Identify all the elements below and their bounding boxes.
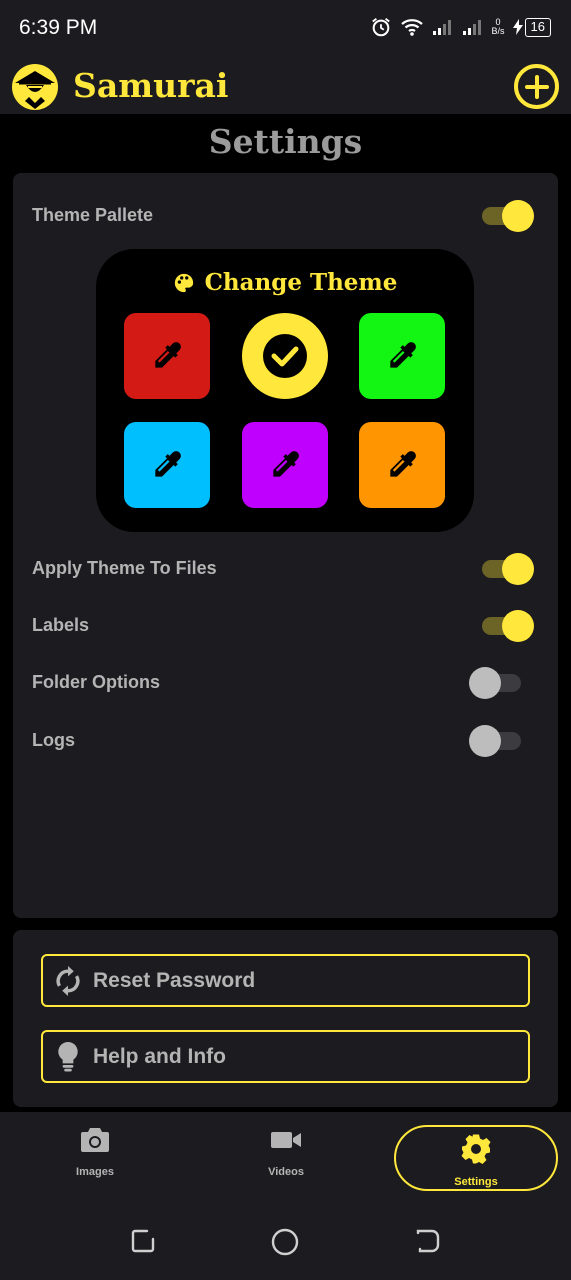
signal-icon-2 [462, 20, 481, 35]
toggle-thumb [502, 610, 534, 642]
page-title: Settings [208, 122, 363, 161]
nav-images-label: Images [76, 1166, 114, 1178]
net-speed: 0 B/s [492, 18, 505, 36]
nav-settings[interactable]: Settings [394, 1125, 558, 1191]
theme-swatch-green[interactable] [359, 313, 445, 399]
battery-level: 16 [524, 17, 551, 37]
apply-theme-to-files-toggle[interactable] [482, 550, 534, 586]
status-time: 6:39 PM [19, 16, 98, 39]
labels-toggle[interactable] [482, 607, 534, 643]
theme-swatch-purple[interactable] [242, 422, 328, 508]
theme-swatch-yellow-selected[interactable] [242, 313, 328, 399]
lightbulb-icon [43, 1041, 93, 1072]
recents-icon[interactable] [130, 1228, 156, 1254]
folder-options-toggle[interactable] [469, 664, 521, 700]
app-title: Samurai [73, 66, 229, 105]
logs-toggle[interactable] [469, 722, 521, 758]
page-title-bar: Settings [0, 114, 571, 172]
reset-password-label: Reset Password [93, 968, 256, 992]
toggle-thumb [502, 553, 534, 585]
eyedropper-icon [273, 451, 299, 477]
nav-videos[interactable]: Videos [226, 1126, 346, 1178]
settings-card: Theme Pallete Change Theme Apply Theme T… [13, 173, 558, 918]
samurai-logo-icon [12, 64, 58, 110]
sync-icon [43, 965, 93, 996]
toggle-thumb [469, 667, 501, 699]
theme-panel: Change Theme [96, 249, 474, 532]
check-circle-icon [263, 334, 307, 378]
actions-card: Reset Password Help and Info [13, 930, 558, 1107]
alarm-icon [371, 18, 390, 37]
help-and-info-label: Help and Info [93, 1044, 226, 1068]
status-icons: 0 B/s 16 [370, 16, 551, 38]
eyedropper-icon [155, 451, 181, 477]
status-bar: 6:39 PM 0 B/s 16 [0, 0, 571, 58]
wifi-icon [400, 19, 423, 36]
folder-options-label: Folder Options [32, 672, 160, 692]
palette-icon [174, 273, 193, 292]
theme-pallete-toggle[interactable] [482, 197, 534, 233]
video-camera-icon [271, 1132, 301, 1148]
nav-settings-label: Settings [454, 1176, 498, 1188]
theme-swatch-red[interactable] [124, 313, 210, 399]
signal-icon-1 [432, 20, 451, 35]
apply-theme-to-files-label: Apply Theme To Files [32, 558, 217, 578]
logs-label: Logs [32, 730, 75, 750]
gear-icon [461, 1134, 491, 1164]
eyedropper-icon [390, 342, 416, 368]
toggle-thumb [469, 725, 501, 757]
add-circle-icon [524, 74, 549, 99]
nav-images[interactable]: Images [35, 1126, 155, 1178]
reset-password-button[interactable]: Reset Password [41, 954, 530, 1007]
theme-swatch-blue[interactable] [124, 422, 210, 508]
camera-icon [81, 1128, 109, 1152]
battery: 16 [512, 17, 551, 37]
help-and-info-button[interactable]: Help and Info [41, 1030, 530, 1083]
theme-heading: Change Theme [96, 269, 474, 296]
toggle-thumb [502, 200, 534, 232]
theme-pallete-label: Theme Pallete [32, 205, 154, 225]
bottom-nav: Images Videos Settings [0, 1112, 571, 1198]
add-button[interactable] [514, 64, 559, 109]
theme-swatch-orange[interactable] [359, 422, 445, 508]
system-nav [0, 1198, 571, 1280]
back-icon[interactable] [415, 1228, 441, 1254]
home-icon[interactable] [271, 1228, 299, 1256]
labels-label: Labels [32, 615, 90, 635]
eyedropper-icon [390, 451, 416, 477]
charging-bolt-icon [512, 19, 523, 35]
theme-heading-text: Change Theme [204, 269, 398, 296]
app-header: Samurai [0, 58, 571, 114]
net-speed-unit: B/s [491, 26, 505, 36]
nav-videos-label: Videos [268, 1166, 304, 1178]
eyedropper-icon [155, 342, 181, 368]
